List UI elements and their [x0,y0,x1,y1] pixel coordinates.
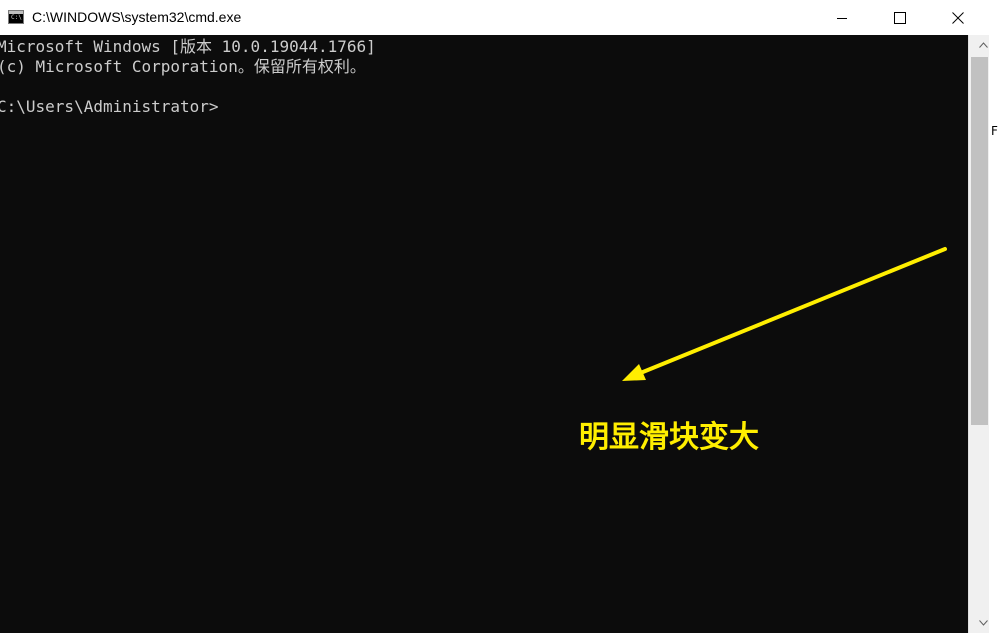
title-bar[interactable]: C:\ C:\WINDOWS\system32\cmd.exe [0,0,998,35]
minimize-button[interactable] [819,0,865,35]
annotation-label: 明显滑块变大 [579,420,759,455]
cmd-icon[interactable]: C:\ [8,10,24,24]
scroll-down-arrow-icon [979,620,988,626]
scroll-up-arrow-icon [979,42,988,48]
maximize-icon [894,11,906,24]
console-prompt-line: C:\Users\Administrator> [0,97,219,116]
console-output[interactable]: Microsoft Windows [版本 10.0.19044.1766] (… [0,35,968,633]
scroll-thumb[interactable] [971,57,988,425]
window-title: C:\WINDOWS\system32\cmd.exe [32,9,242,25]
console-line-2: (c) Microsoft Corporation。保留所有权利。 [0,57,366,76]
close-button[interactable] [935,0,981,35]
console-line-1: Microsoft Windows [版本 10.0.19044.1766] [0,37,376,56]
adjacent-window-glyph: F [991,124,998,138]
close-icon [952,11,964,24]
minimize-icon [837,17,847,19]
maximize-button[interactable] [877,0,923,35]
cmd-window: C:\ C:\WINDOWS\system32\cmd.exe Microsof… [0,0,998,633]
